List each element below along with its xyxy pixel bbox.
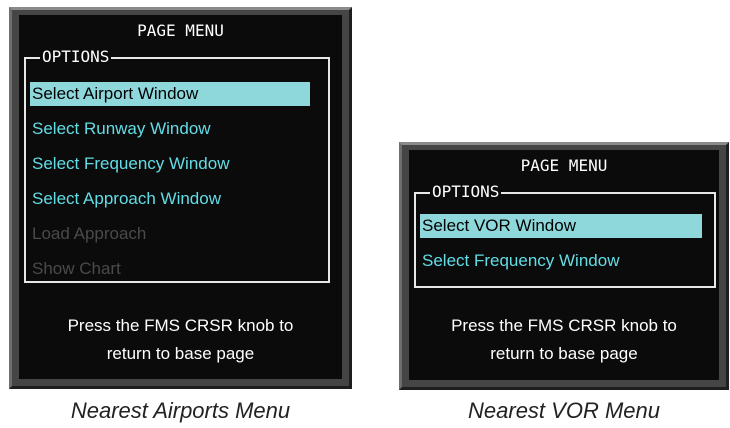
- menu-item-select-frequency-window[interactable]: Select Frequency Window: [420, 249, 619, 273]
- page-menu-title: PAGE MENU: [137, 21, 224, 40]
- footer-instruction-line1: Press the FMS CRSR knob to: [451, 316, 677, 335]
- options-frame: OPTIONS Select VOR Window Select Frequen…: [414, 182, 716, 288]
- caption-nearest-vor-menu: Nearest VOR Menu: [468, 398, 660, 423]
- caption-nearest-airports-menu: Nearest Airports Menu: [70, 398, 291, 423]
- options-label: OPTIONS: [40, 47, 112, 67]
- options-label: OPTIONS: [430, 182, 502, 202]
- airports-menu-screen: PAGE MENU OPTIONS Select Airport Window …: [19, 15, 342, 379]
- menu-item-select-vor-window[interactable]: Select VOR Window: [420, 214, 702, 238]
- page-menu-title: PAGE MENU: [520, 156, 608, 175]
- menu-item-select-airport-window[interactable]: Select Airport Window: [30, 82, 310, 106]
- footer-instruction-line1: Press the FMS CRSR knob to: [67, 316, 294, 335]
- menu-item-select-frequency-window[interactable]: Select Frequency Window: [30, 152, 229, 176]
- options-frame: OPTIONS Select Airport Window Select Run…: [24, 47, 330, 283]
- menu-item-select-approach-window[interactable]: Select Approach Window: [30, 187, 221, 211]
- footer-instruction-line2: return to base page: [490, 344, 638, 363]
- menu-item-select-runway-window[interactable]: Select Runway Window: [30, 117, 211, 141]
- nearest-vor-menu-panel: PAGE MENU OPTIONS Select VOR Window Sele…: [399, 142, 729, 390]
- nearest-airports-menu-panel: PAGE MENU OPTIONS Select Airport Window …: [9, 7, 352, 389]
- menu-item-show-chart[interactable]: Show Chart: [30, 257, 121, 281]
- vor-menu-screen: PAGE MENU OPTIONS Select VOR Window Sele…: [409, 150, 719, 380]
- menu-item-load-approach[interactable]: Load Approach: [30, 222, 146, 246]
- footer-instruction-line2: return to base page: [106, 344, 255, 363]
